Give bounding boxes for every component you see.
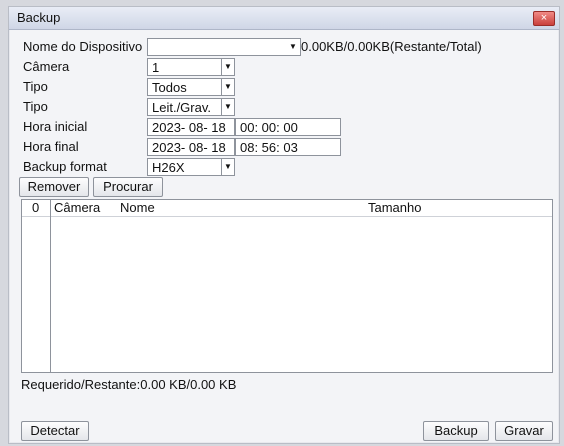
end-time-row: Hora final 2023- 08- 18 08: 56: 03 <box>23 137 553 157</box>
search-button[interactable]: Procurar <box>93 177 163 197</box>
close-icon: × <box>540 12 548 24</box>
type-row: Tipo Todos ▼ <box>23 77 553 97</box>
backup-format-value: H26X <box>152 160 185 175</box>
type-select[interactable]: Todos ▼ <box>147 78 235 96</box>
start-time-input[interactable]: 00: 00: 00 <box>235 118 341 136</box>
device-row: Nome do Dispositivo ▼ 0.00KB/0.00KB(Rest… <box>23 37 553 57</box>
table-header: 0 Câmera Nome Tamanho <box>22 200 552 217</box>
column-header-camera[interactable]: Câmera <box>54 200 100 216</box>
record-button[interactable]: Gravar <box>495 421 553 441</box>
remove-button[interactable]: Remover <box>19 177 89 197</box>
start-time-row: Hora inicial 2023- 08- 18 00: 00: 00 <box>23 117 553 137</box>
column-divider <box>50 200 51 372</box>
record-type-select[interactable]: Leit./Grav. ▼ <box>147 98 235 116</box>
chevron-down-icon: ▼ <box>221 59 234 75</box>
column-header-index[interactable]: 0 <box>32 200 39 216</box>
backup-button[interactable]: Backup <box>423 421 489 441</box>
backup-format-row: Backup format H26X ▼ <box>23 157 553 177</box>
end-time-input[interactable]: 08: 56: 03 <box>235 138 341 156</box>
close-button[interactable]: × <box>533 11 555 26</box>
column-header-size[interactable]: Tamanho <box>368 200 421 216</box>
record-type-row: Tipo Leit./Grav. ▼ <box>23 97 553 117</box>
record-type-label: Tipo <box>23 99 48 114</box>
start-time-label: Hora inicial <box>23 119 88 134</box>
record-type-value: Leit./Grav. <box>152 100 212 115</box>
backup-file-table: 0 Câmera Nome Tamanho <box>21 199 553 373</box>
title-bar: Backup × <box>9 7 559 30</box>
end-time-label: Hora final <box>23 139 79 154</box>
device-capacity-text: 0.00KB/0.00KB(Restante/Total) <box>301 39 482 54</box>
camera-select[interactable]: 1 ▼ <box>147 58 235 76</box>
chevron-down-icon: ▼ <box>221 159 234 175</box>
camera-row: Câmera 1 ▼ <box>23 57 553 77</box>
chevron-down-icon: ▼ <box>221 79 234 95</box>
start-date-input[interactable]: 2023- 08- 18 <box>147 118 235 136</box>
type-value: Todos <box>152 80 187 95</box>
device-select[interactable] <box>147 38 301 56</box>
camera-label: Câmera <box>23 59 70 74</box>
column-header-name[interactable]: Nome <box>120 200 155 216</box>
backup-format-label: Backup format <box>23 159 107 174</box>
window-title: Backup <box>17 10 61 25</box>
device-dropdown-icon[interactable]: ▼ <box>287 38 299 56</box>
device-label: Nome do Dispositivo <box>23 39 143 54</box>
backup-window: Backup × Nome do Dispositivo ▼ 0.00KB/0.… <box>8 6 560 444</box>
end-date-input[interactable]: 2023- 08- 18 <box>147 138 235 156</box>
camera-value: 1 <box>152 60 160 75</box>
type-label: Tipo <box>23 79 48 94</box>
detect-button[interactable]: Detectar <box>21 421 89 441</box>
required-remaining-text: Requerido/Restante:0.00 KB/0.00 KB <box>21 377 237 392</box>
chevron-down-icon: ▼ <box>221 99 234 115</box>
backup-format-select[interactable]: H26X ▼ <box>147 158 235 176</box>
